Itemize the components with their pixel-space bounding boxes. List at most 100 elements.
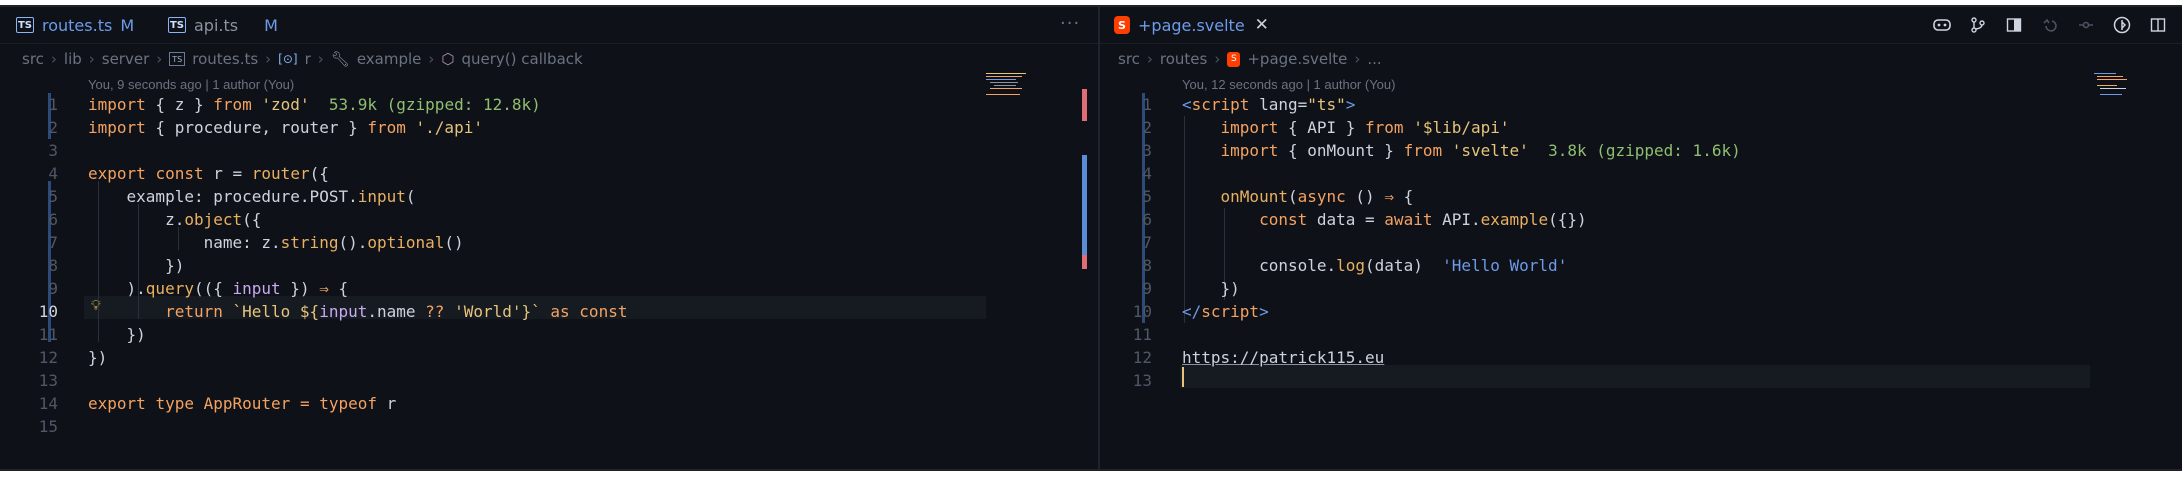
line-number: 4 (1142, 164, 1152, 183)
line-number: 13 (38, 371, 58, 390)
cube-icon: ⬡ (441, 50, 455, 68)
breadcrumb-item[interactable]: routes (1160, 50, 1207, 68)
toggle-icon[interactable] (2112, 15, 2132, 35)
line-number: 11 (1132, 325, 1152, 344)
tab-label: routes.ts (42, 15, 113, 35)
typescript-file-icon: TS (16, 17, 34, 33)
breadcrumb-item[interactable]: server (102, 50, 149, 68)
line-number: 2 (48, 118, 58, 137)
tab-label: api.ts (194, 15, 239, 35)
line-number: 12 (1132, 348, 1152, 367)
breadcrumb-item[interactable]: example (357, 50, 422, 68)
code-line: ).query(({ input }) ⇒ { (88, 279, 349, 298)
code-line: }) (1182, 279, 1240, 298)
line-number: 3 (1142, 141, 1152, 160)
breadcrumb-item[interactable]: routes.ts (192, 50, 258, 68)
line-number: 8 (48, 256, 58, 275)
line-number: 9 (48, 279, 58, 298)
line-number: 4 (48, 164, 58, 183)
line-number: 9 (1142, 279, 1152, 298)
svelte-file-icon: S (1227, 51, 1241, 67)
scrollbar-left[interactable] (1080, 73, 1088, 469)
copilot-icon[interactable] (1932, 15, 1952, 35)
go-back-icon[interactable] (2040, 15, 2060, 35)
right-editor-group: S +page.svelte ✕ src › routes › S +page.… (1100, 7, 2182, 469)
line-number: 2 (1142, 118, 1152, 137)
minimap-left[interactable] (986, 73, 1046, 103)
codelens-author[interactable]: You, 12 seconds ago | 1 author (You) (1182, 75, 1395, 95)
modified-indicator: M (264, 15, 278, 35)
line-number: 6 (1142, 210, 1152, 229)
modified-indicator: M (120, 15, 135, 35)
typescript-file-icon: TS (168, 17, 186, 33)
breadcrumb-item[interactable]: lib (64, 50, 82, 68)
scrollbar-right[interactable] (2170, 73, 2178, 469)
code-line: z.object({ (88, 210, 262, 229)
code-line: </script> (1182, 302, 1269, 321)
left-editor-group: TS routes.ts M TS api.ts M ··· src › lib ›… (0, 7, 1098, 469)
breadcrumb-item[interactable]: ... (1367, 50, 1381, 68)
code-line: export const r = router({ (88, 164, 329, 183)
wrench-icon: 🔧︎ (330, 50, 350, 68)
go-forward-icon[interactable] (2076, 15, 2096, 35)
editor-toolbar (1932, 7, 2168, 43)
code-line: return `Hello ${input.name ?? 'World'}` … (165, 302, 628, 321)
line-number: 10 (38, 302, 58, 321)
object-icon: [⊙] (278, 52, 298, 66)
line-number: 11 (38, 325, 58, 344)
code-line: export type AppRouter = typeof r (88, 394, 397, 413)
open-preview-icon[interactable] (2004, 15, 2024, 35)
code-editor-left[interactable]: You, 9 seconds ago | 1 author (You) 💡︎ 1… (0, 73, 1098, 469)
line-number: 5 (48, 187, 58, 206)
editor-window: TS routes.ts M TS api.ts M ··· src › lib ›… (0, 5, 2182, 471)
code-line: <script lang="ts"> (1182, 95, 1356, 114)
line-number: 7 (48, 233, 58, 252)
line-number: 15 (38, 417, 58, 436)
breadcrumb-item[interactable]: src (1118, 50, 1140, 68)
code-line: import { z } from 'zod' 53.9k (gzipped: … (88, 95, 541, 114)
code-line: console.log(data) 'Hello World' (1182, 256, 1568, 275)
line-number: 3 (48, 141, 58, 160)
codelens-author[interactable]: You, 9 seconds ago | 1 author (You) (88, 75, 294, 95)
source-control-icon[interactable] (1968, 15, 1988, 35)
ts-file-icon: TS (169, 52, 186, 66)
code-line: }) (88, 256, 185, 275)
code-line: https://patrick115.eu (1182, 346, 1384, 369)
line-number: 1 (48, 95, 58, 114)
breadcrumb-item[interactable]: src (22, 50, 44, 68)
right-tab-bar: S +page.svelte ✕ (1100, 7, 2182, 44)
line-number: 8 (1142, 256, 1152, 275)
code-line: const data = await API.example({}) (1259, 210, 1587, 229)
breadcrumb-item[interactable]: r (305, 50, 311, 68)
code-line: import { API } from '$lib/api' (1220, 118, 1510, 137)
code-line: example: procedure.POST.input( (88, 187, 416, 206)
text-cursor (1182, 367, 1184, 387)
tab-page-svelte[interactable]: S +page.svelte ✕ (1114, 7, 1269, 43)
import-size-hint: 3.8k (gzipped: 1.6k) (1528, 141, 1741, 160)
code-line: }) (88, 325, 146, 344)
svelte-file-icon: S (1114, 16, 1130, 34)
code-editor-right[interactable]: You, 12 seconds ago | 1 author (You) 1 2… (1100, 73, 2182, 469)
line-number: 12 (38, 348, 58, 367)
breadcrumb-item[interactable]: query() callback (462, 50, 583, 68)
left-tab-bar: TS routes.ts M TS api.ts M ··· (0, 7, 1098, 44)
code-line: }) (88, 348, 108, 367)
more-actions-icon[interactable]: ··· (1060, 13, 1080, 34)
tab-routes-ts[interactable]: TS routes.ts M (16, 7, 134, 43)
line-number: 10 (1132, 302, 1152, 321)
inline-log-value: 'Hello World' (1422, 256, 1568, 275)
line-number: 7 (1142, 233, 1152, 252)
tab-api-ts[interactable]: TS api.ts M (168, 7, 278, 43)
breadcrumb: src › lib › server › TS routes.ts › [⊙] r › 🔧… (22, 50, 583, 68)
split-editor-icon[interactable] (2148, 15, 2168, 35)
close-icon[interactable]: ✕ (1255, 15, 1269, 35)
breadcrumb-item[interactable]: +page.svelte (1247, 50, 1347, 68)
line-number: 6 (48, 210, 58, 229)
minimap-right[interactable] (2094, 73, 2154, 103)
code-line: onMount(async () ⇒ { (1220, 187, 1414, 206)
import-size-hint: 53.9k (gzipped: 12.8k) (309, 95, 541, 114)
breadcrumb: src › routes › S +page.svelte › ... (1118, 50, 1382, 68)
code-line: name: z.string().optional() (88, 233, 464, 252)
code-line: import { procedure, router } from './api… (88, 118, 483, 137)
line-number: 13 (1132, 371, 1152, 390)
